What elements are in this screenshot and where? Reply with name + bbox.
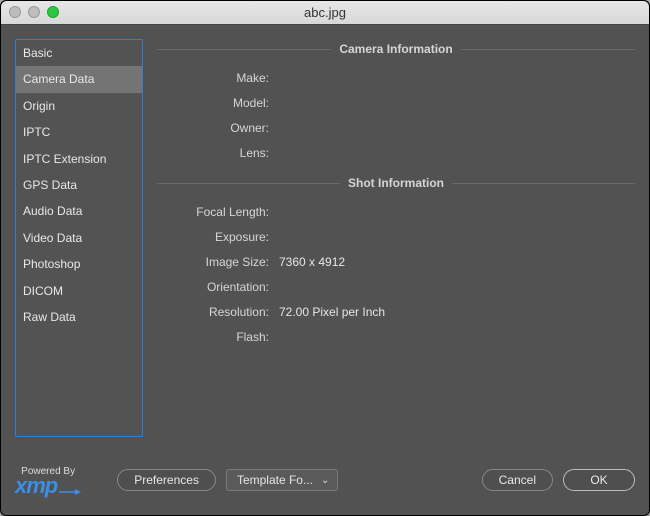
button-label: OK <box>590 473 607 487</box>
divider <box>157 183 340 184</box>
field-image-size: Image Size: 7360 x 4912 <box>157 249 635 274</box>
select-value: Template Fo... <box>237 473 313 487</box>
field-label: Make: <box>157 71 279 85</box>
chevron-down-icon: ⌄ <box>321 475 329 486</box>
xmp-logo-text: xmp <box>15 477 57 495</box>
field-label: Orientation: <box>157 280 279 294</box>
minimize-icon[interactable] <box>28 6 40 18</box>
sidebar-item-iptc[interactable]: IPTC <box>16 119 142 145</box>
cancel-button[interactable]: Cancel <box>482 469 553 491</box>
section-header-shot-info: Shot Information <box>157 173 635 193</box>
field-label: Resolution: <box>157 305 279 319</box>
sidebar-item-dicom[interactable]: DICOM <box>16 278 142 304</box>
xmp-logo-icon: xmp <box>15 475 81 495</box>
field-orientation: Orientation: <box>157 274 635 299</box>
arrow-icon <box>59 489 81 495</box>
section-header-camera-info: Camera Information <box>157 39 635 59</box>
file-info-dialog: abc.jpg Basic Camera Data Origin IPTC IP… <box>0 0 650 516</box>
window-controls <box>9 6 59 18</box>
button-label: Preferences <box>134 473 199 487</box>
sidebar-item-iptc-extension[interactable]: IPTC Extension <box>16 146 142 172</box>
field-make: Make: <box>157 65 635 90</box>
field-label: Owner: <box>157 121 279 135</box>
ok-button[interactable]: OK <box>563 469 635 491</box>
sidebar-item-label: Camera Data <box>23 72 94 86</box>
sidebar-item-photoshop[interactable]: Photoshop <box>16 251 142 277</box>
sidebar-item-label: Photoshop <box>23 257 80 271</box>
sidebar-item-raw-data[interactable]: Raw Data <box>16 304 142 330</box>
sidebar-item-label: Video Data <box>23 231 82 245</box>
sidebar-item-label: Audio Data <box>23 204 82 218</box>
sidebar-item-label: IPTC Extension <box>23 152 106 166</box>
section-title-label: Shot Information <box>348 176 444 190</box>
field-value: 72.00 Pixel per Inch <box>279 305 385 319</box>
field-label: Image Size: <box>157 255 279 269</box>
preferences-button[interactable]: Preferences <box>117 469 216 491</box>
sidebar-item-gps-data[interactable]: GPS Data <box>16 172 142 198</box>
divider <box>157 49 331 50</box>
field-resolution: Resolution: 72.00 Pixel per Inch <box>157 299 635 324</box>
category-sidebar: Basic Camera Data Origin IPTC IPTC Exten… <box>15 39 143 437</box>
field-label: Lens: <box>157 146 279 160</box>
close-icon[interactable] <box>9 6 21 18</box>
field-exposure: Exposure: <box>157 224 635 249</box>
zoom-icon[interactable] <box>47 6 59 18</box>
field-value: 7360 x 4912 <box>279 255 345 269</box>
powered-by-badge: Powered By xmp <box>15 466 81 495</box>
field-label: Focal Length: <box>157 205 279 219</box>
window-title: abc.jpg <box>304 5 346 20</box>
button-label: Cancel <box>499 473 536 487</box>
sidebar-item-basic[interactable]: Basic <box>16 40 142 66</box>
sidebar-item-label: Basic <box>23 46 52 60</box>
sidebar-item-label: GPS Data <box>23 178 77 192</box>
section-title-label: Camera Information <box>339 42 452 56</box>
field-lens: Lens: <box>157 140 635 165</box>
sidebar-item-label: DICOM <box>23 284 63 298</box>
sidebar-item-video-data[interactable]: Video Data <box>16 225 142 251</box>
template-select[interactable]: Template Fo... ⌄ <box>226 469 338 491</box>
field-focal-length: Focal Length: <box>157 199 635 224</box>
dialog-footer: Powered By xmp Preferences Template Fo..… <box>1 451 649 515</box>
field-owner: Owner: <box>157 115 635 140</box>
sidebar-item-origin[interactable]: Origin <box>16 93 142 119</box>
content-area: Basic Camera Data Origin IPTC IPTC Exten… <box>1 25 649 451</box>
field-label: Model: <box>157 96 279 110</box>
field-label: Exposure: <box>157 230 279 244</box>
details-panel: Camera Information Make: Model: Owner: L… <box>157 39 635 437</box>
divider <box>461 49 635 50</box>
sidebar-item-label: IPTC <box>23 125 50 139</box>
sidebar-item-camera-data[interactable]: Camera Data <box>16 66 142 92</box>
sidebar-item-label: Raw Data <box>23 310 76 324</box>
titlebar: abc.jpg <box>1 1 649 25</box>
sidebar-item-label: Origin <box>23 99 55 113</box>
sidebar-item-audio-data[interactable]: Audio Data <box>16 198 142 224</box>
field-flash: Flash: <box>157 324 635 349</box>
field-model: Model: <box>157 90 635 115</box>
field-label: Flash: <box>157 330 279 344</box>
divider <box>452 183 635 184</box>
